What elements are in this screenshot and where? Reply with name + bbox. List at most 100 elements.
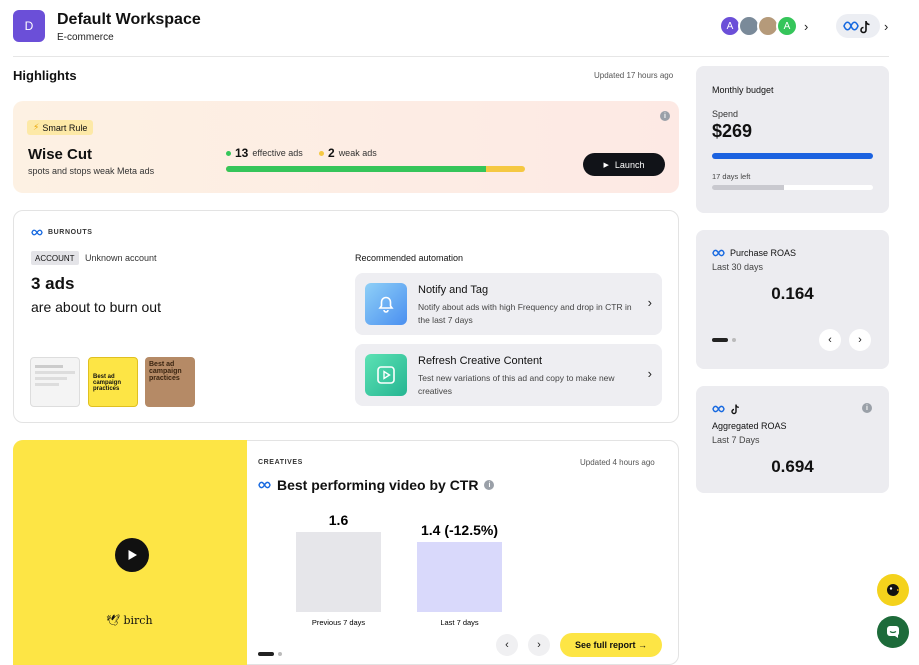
bar-category-label: Last 7 days [440, 618, 479, 627]
burnouts-label: BURNOUTS [31, 229, 92, 236]
chevron-right-icon: › [647, 366, 652, 381]
prev-arrow-icon[interactable]: ‹ [496, 634, 518, 656]
burnouts-label-text: BURNOUTS [48, 229, 93, 236]
carousel-dot[interactable] [278, 652, 282, 656]
ad-thumbnail[interactable]: Best ad campaign practices [88, 357, 138, 407]
play-icon: ▶ [603, 161, 609, 169]
automation-desc: Notify about ads with high Frequency and… [418, 302, 632, 326]
smart-rule-pill: ⚡ Smart Rule [27, 120, 94, 135]
highlights-title: Highlights [13, 68, 77, 83]
account-badge: ACCOUNT [31, 251, 79, 265]
ad-thumbnail[interactable]: Best ad campaign practices [145, 357, 195, 407]
workspace-name[interactable]: Default Workspace [57, 11, 201, 29]
effective-weak-bar [226, 166, 525, 172]
yellow-dot-icon [319, 150, 324, 156]
member-avatar[interactable]: A [776, 15, 798, 37]
automation-refresh-creative[interactable]: Refresh Creative Content Test new variat… [355, 344, 662, 406]
launch-label: Launch [614, 159, 645, 170]
thumb-line [35, 371, 75, 374]
automation-desc: Test new variations of this ad and copy … [418, 373, 615, 397]
workspace-avatar[interactable]: D [13, 10, 45, 42]
ctr-bar-chart: 1.6 Previous 7 days 1.4 (-12.5%) Last 7 day… [296, 512, 502, 627]
platform-chevron-icon[interactable]: › [884, 19, 888, 34]
thumb-text: Best ad campaign practices [149, 361, 182, 382]
next-arrow-icon[interactable]: › [849, 329, 871, 351]
weak-count: 2 [328, 146, 335, 160]
weak-label: weak ads [338, 148, 377, 158]
prev-arrow-icon[interactable]: ‹ [819, 329, 841, 351]
chat-icon [887, 626, 899, 638]
platform-selector[interactable] [836, 14, 880, 38]
next-arrow-icon[interactable]: › [528, 634, 550, 656]
effective-fill [226, 166, 487, 172]
brand-logo: 🕊 birch [106, 614, 153, 627]
purchase-roas-period: Last 30 days [712, 262, 764, 272]
workspace-initial: D [24, 19, 34, 33]
days-fill [712, 185, 785, 190]
info-icon[interactable]: i [862, 403, 872, 413]
bar-category-label: Previous 7 days [312, 618, 366, 627]
purchase-roas-title: Purchase ROAS [712, 248, 796, 258]
meta-icon [31, 229, 43, 236]
smart-rule-desc: spots and stops weak Meta ads [28, 166, 155, 176]
meta-tiktok-icon [712, 402, 742, 420]
members-chevron-icon[interactable]: › [804, 19, 808, 34]
thumb-text: Best ad campaign practices [93, 374, 122, 392]
bar-value-label: 1.4 (-12.5%) [421, 522, 498, 538]
play-video-button[interactable] [115, 538, 149, 572]
smart-rule-pill-label: Smart Rule [42, 122, 88, 133]
meta-icon [258, 481, 271, 489]
purchase-roas-title-text: Purchase ROAS [730, 248, 797, 258]
aggregated-roas-period: Last 7 Days [712, 435, 760, 445]
spend-label: Spend [712, 109, 739, 119]
account-name: Unknown account [85, 253, 157, 263]
chevron-right-icon: › [647, 295, 652, 310]
automation-notify-and-tag[interactable]: Notify and Tag Notify about ads with hig… [355, 273, 662, 335]
play-icon [128, 550, 137, 560]
lightning-icon: ⚡ [33, 122, 40, 132]
ad-thumbnail[interactable] [30, 357, 80, 407]
chart-bar [417, 542, 502, 612]
avatar-initial: A [726, 20, 734, 32]
aggregated-roas-value: 0.694 [771, 457, 814, 476]
ads-subtitle: are about to burn out [31, 299, 161, 315]
automation-title: Refresh Creative Content [418, 355, 543, 367]
play-square-icon [365, 354, 407, 396]
bird-icon [887, 584, 900, 596]
meta-tiktok-icon [843, 20, 870, 34]
brand-name: birch [123, 614, 153, 627]
see-full-report-button[interactable]: See full report → [560, 633, 662, 657]
effective-ads-stat: 13 effective ads [226, 146, 303, 160]
carousel-dot-active[interactable] [258, 652, 274, 656]
highlights-updated: Updated 17 hours ago [594, 71, 674, 80]
bell-icon [365, 283, 407, 325]
carousel-dot[interactable] [732, 338, 736, 342]
creatives-label: CREATIVES [258, 459, 303, 466]
spend-bar [712, 153, 873, 159]
automation-title: Notify and Tag [418, 284, 489, 296]
budget-title: Monthly budget [712, 85, 774, 95]
effective-count: 13 [235, 146, 249, 160]
ads-count: 3 ads [31, 274, 75, 293]
launch-button[interactable]: ▶ Launch [583, 153, 665, 176]
aggregated-roas-title: Aggregated ROAS [712, 421, 787, 431]
info-icon[interactable]: i [484, 480, 495, 490]
header-divider [13, 56, 889, 57]
carousel-dot-active[interactable] [712, 338, 728, 342]
bird-icon: 🕊 [106, 614, 120, 627]
weak-ads-stat: 2 weak ads [319, 146, 377, 160]
green-dot-icon [226, 150, 231, 156]
creatives-updated: Updated 4 hours ago [580, 458, 655, 467]
days-left: 17 days left [712, 172, 751, 181]
chat-support-button[interactable] [877, 616, 909, 648]
meta-icon [712, 249, 725, 257]
thumb-line [35, 365, 63, 368]
assistant-bird-button[interactable] [877, 574, 909, 606]
info-icon[interactable]: i [660, 111, 670, 121]
bar-value-label: 1.6 [329, 512, 349, 528]
creatives-title-text: Best performing video by CTR [277, 477, 479, 493]
workspace-type: E-commerce [57, 32, 114, 43]
thumb-line [35, 377, 67, 380]
effective-label: effective ads [252, 148, 303, 158]
spend-value: $269 [712, 121, 753, 141]
